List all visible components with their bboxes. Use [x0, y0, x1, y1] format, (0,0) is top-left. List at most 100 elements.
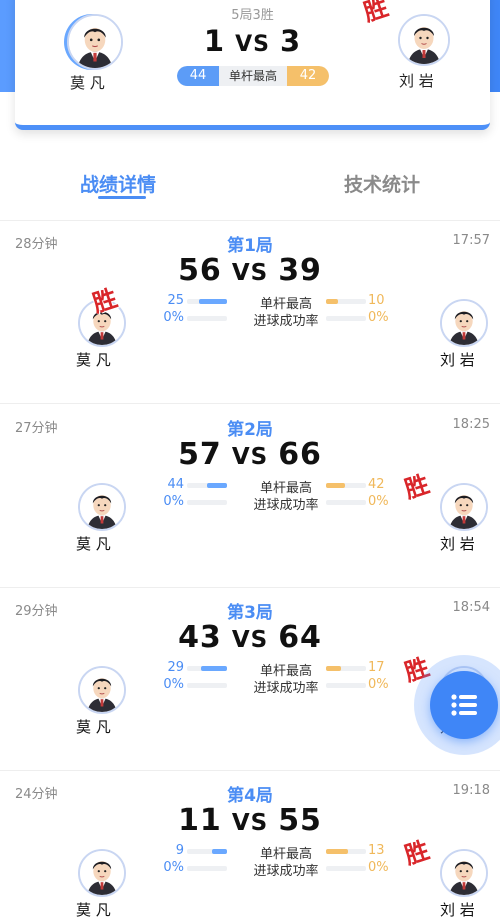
avatar-icon	[69, 16, 121, 68]
success-rate-left-bar	[187, 683, 227, 688]
high-break-right: 13	[368, 843, 385, 858]
high-break-left-fill	[207, 483, 227, 488]
list-menu-icon	[451, 694, 477, 716]
game-score: 43 VS 64	[0, 620, 500, 655]
success-rate-left: 0%	[163, 494, 184, 509]
high-break-right-fill	[326, 299, 338, 304]
tab-active-indicator	[98, 196, 146, 199]
game-score-vs: VS	[231, 260, 269, 286]
success-rate-left-bar	[187, 316, 227, 321]
player-left-avatar[interactable]	[78, 483, 126, 531]
game-time: 18:54	[452, 600, 490, 615]
player-right-avatar[interactable]	[440, 483, 488, 531]
avatar-icon	[442, 851, 486, 895]
success-rate-right-bar	[326, 500, 366, 505]
game-stats: 29 单杆最高 17 0% 进球成功率 0%	[160, 660, 392, 700]
player-right-avatar[interactable]	[440, 849, 488, 897]
success-rate-row: 0% 进球成功率 0%	[160, 494, 392, 513]
high-break-left-bar	[187, 299, 227, 304]
match-high-break-bar: 44 单杆最高 42	[177, 66, 329, 86]
player-right-avatar[interactable]	[398, 14, 450, 66]
game-card[interactable]: 28分钟 第1局 17:57 56 VS 39 25 单杆最高 10 0% 进球成功…	[0, 221, 500, 404]
game-score: 56 VS 39	[0, 253, 500, 288]
game-card[interactable]: 24分钟 第4局 19:18 11 VS 55 9 单杆最高 13 0% 进球成功率…	[0, 771, 500, 923]
game-score: 57 VS 66	[0, 437, 500, 472]
score-right: 3	[279, 24, 302, 58]
game-stats: 9 单杆最高 13 0% 进球成功率 0%	[160, 843, 392, 883]
game-score-left: 56	[178, 253, 222, 288]
success-rate-row: 0% 进球成功率 0%	[160, 677, 392, 696]
high-break-left-fill	[211, 849, 227, 854]
high-break-right-bar	[326, 666, 366, 671]
game-time: 18:25	[452, 417, 490, 432]
player-right-name: 刘 岩	[440, 351, 475, 369]
high-break-row: 44 单杆最高 42	[160, 477, 392, 496]
success-rate-right-bar	[326, 683, 366, 688]
game-score-vs: VS	[231, 627, 269, 653]
game-score-right: 64	[278, 620, 322, 655]
game-score-right: 55	[278, 803, 322, 838]
game-score-right: 66	[278, 437, 322, 472]
avatar-icon	[442, 301, 486, 345]
success-rate-right-bar	[326, 866, 366, 871]
high-break-left-fill	[199, 299, 227, 304]
player-left-avatar[interactable]	[67, 14, 123, 70]
high-break-right: 10	[368, 293, 385, 308]
high-break-label: 单杆最高	[228, 69, 277, 83]
high-break-row: 9 单杆最高 13	[160, 843, 392, 862]
success-rate-row: 0% 进球成功率 0%	[160, 860, 392, 879]
player-right-name: 刘 岩	[399, 72, 434, 90]
high-break-left: 29	[167, 660, 184, 675]
game-stats: 44 单杆最高 42 0% 进球成功率 0%	[160, 477, 392, 517]
game-score-right: 39	[278, 253, 322, 288]
success-rate-label: 进球成功率	[253, 864, 319, 879]
high-break-left-fill	[201, 666, 227, 671]
success-rate-row: 0% 进球成功率 0%	[160, 310, 392, 329]
success-rate-left: 0%	[163, 677, 184, 692]
match-summary-card: 5局3胜 1 VS 3 莫 凡 刘 岩 胜 44 单杆最高 42	[15, 0, 490, 130]
score-vs: VS	[235, 32, 270, 57]
player-left-name: 莫 凡	[76, 901, 111, 919]
high-break-right-bar	[326, 483, 366, 488]
game-card[interactable]: 27分钟 第2局 18:25 57 VS 66 44 单杆最高 42 0% 进球成功…	[0, 405, 500, 588]
high-break-row: 29 单杆最高 17	[160, 660, 392, 679]
success-rate-label: 进球成功率	[253, 681, 319, 696]
game-score-vs: VS	[231, 810, 269, 836]
game-score-left: 57	[178, 437, 222, 472]
game-time: 19:18	[452, 783, 490, 798]
game-time: 17:57	[452, 233, 490, 248]
success-rate-right: 0%	[368, 860, 389, 875]
avatar-icon	[80, 485, 124, 529]
avatar-icon	[442, 485, 486, 529]
success-rate-left: 0%	[163, 860, 184, 875]
player-left-avatar[interactable]	[78, 666, 126, 714]
tab-details[interactable]: 战绩详情	[80, 170, 156, 197]
menu-fab-button[interactable]	[430, 671, 498, 739]
success-rate-left: 0%	[163, 310, 184, 325]
player-right-name: 刘 岩	[440, 535, 475, 553]
player-left-avatar[interactable]	[78, 849, 126, 897]
tab-stats[interactable]: 技术统计	[344, 170, 420, 197]
high-break-right-fill	[326, 483, 346, 488]
high-break-left-bar	[187, 666, 227, 671]
high-break-right-fill	[326, 849, 348, 854]
success-rate-left-bar	[187, 866, 227, 871]
player-left-name: 莫 凡	[76, 535, 111, 553]
high-break-right-bar	[326, 849, 366, 854]
high-break-left: 25	[167, 293, 184, 308]
player-right-name: 刘 岩	[440, 901, 475, 919]
success-rate-right: 0%	[368, 677, 389, 692]
app-root: 5局3胜 1 VS 3 莫 凡 刘 岩 胜 44 单杆最高 42 战绩详情 技术统计…	[0, 0, 500, 923]
success-rate-label: 进球成功率	[253, 498, 319, 513]
high-break-right: 42	[368, 477, 385, 492]
high-break-right: 42	[287, 66, 329, 86]
high-break-left: 44	[167, 477, 184, 492]
player-left-name: 莫 凡	[76, 718, 111, 736]
high-break-row: 25 单杆最高 10	[160, 293, 392, 312]
player-right-avatar[interactable]	[440, 299, 488, 347]
avatar-icon	[80, 668, 124, 712]
player-left-name: 莫 凡	[70, 74, 105, 92]
score-left: 1	[203, 24, 226, 58]
success-rate-right-bar	[326, 316, 366, 321]
high-break-left-bar	[187, 849, 227, 854]
